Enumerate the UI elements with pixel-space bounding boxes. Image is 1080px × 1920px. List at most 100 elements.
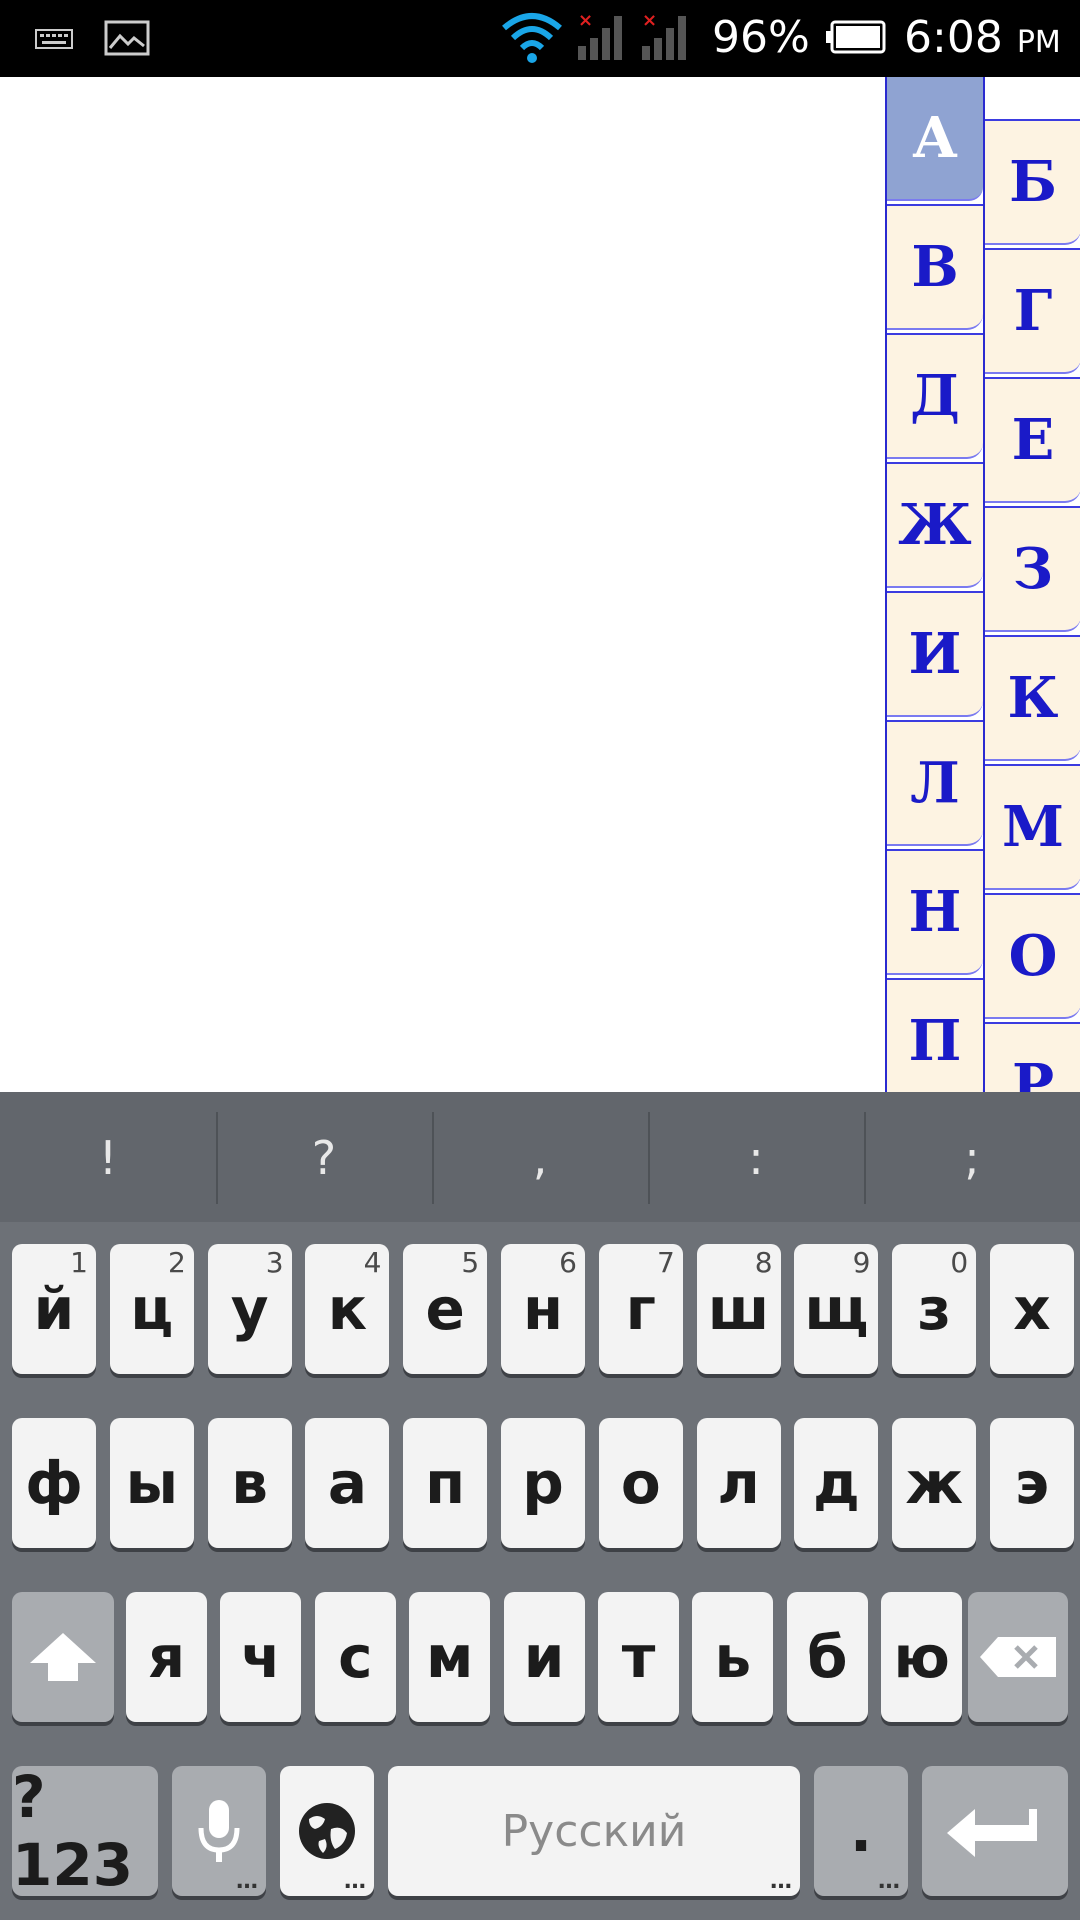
index-letter-tab[interactable]: Г [985, 248, 1080, 374]
index-letter-tab[interactable]: В [887, 204, 983, 330]
more-options-indicator: … [236, 1869, 258, 1894]
index-letter-tab[interactable]: Е [985, 377, 1080, 503]
suggestion-item[interactable]: ! [0, 1112, 216, 1204]
key-label: д [812, 1449, 860, 1517]
key[interactable]: я [126, 1592, 207, 1722]
index-letter-tab[interactable]: Ж [887, 462, 983, 588]
battery-percent: 96% [712, 12, 810, 63]
key[interactable]: о [598, 1418, 683, 1548]
index-letter-tab[interactable]: О [985, 893, 1080, 1019]
keyboard: !?,:; й1ц2у3к4е5н6г7ш8щ9з0хфывапролджэяч… [0, 1092, 1080, 1920]
key[interactable]: в [207, 1418, 292, 1548]
key-hint: 5 [461, 1246, 480, 1279]
index-letter-tab[interactable]: Н [887, 849, 983, 975]
key[interactable]: ж [892, 1418, 977, 1548]
key[interactable]: н6 [501, 1244, 585, 1374]
key[interactable]: с [314, 1592, 396, 1722]
language-key[interactable]: … [280, 1766, 374, 1896]
key[interactable]: ц2 [109, 1244, 194, 1374]
index-letter-tab[interactable]: З [985, 506, 1080, 632]
key-label: ю [893, 1623, 950, 1691]
microphone-key[interactable]: … [172, 1766, 266, 1896]
key-label: ж [905, 1449, 964, 1517]
enter-key[interactable] [922, 1766, 1068, 1896]
period-key[interactable]: .… [814, 1766, 908, 1896]
key[interactable]: р [501, 1418, 585, 1548]
key[interactable]: щ9 [794, 1244, 879, 1374]
key[interactable]: л [696, 1418, 781, 1548]
suggestion-item[interactable]: , [432, 1112, 648, 1204]
key[interactable]: з0 [892, 1244, 977, 1374]
symbols-key[interactable]: ?123 [12, 1763, 158, 1899]
key-hint: 6 [559, 1246, 577, 1279]
key[interactable]: т [598, 1592, 679, 1722]
svg-text:×: × [578, 10, 593, 31]
key[interactable]: а [305, 1418, 390, 1548]
suggestion-item[interactable]: : [648, 1112, 864, 1204]
alphabet-index-left: АВДЖИЛНП [885, 77, 985, 1092]
enter-icon [947, 1809, 1037, 1857]
key-hint: 8 [754, 1246, 773, 1279]
index-letter-tab[interactable]: К [985, 635, 1080, 761]
key[interactable]: к4 [305, 1244, 390, 1374]
key-label: п [425, 1449, 466, 1517]
signal-no-service-icon: × [578, 10, 622, 60]
key-label: щ [804, 1275, 869, 1343]
key-label: ь [714, 1623, 752, 1691]
key[interactable]: г7 [598, 1244, 683, 1374]
key[interactable]: м [409, 1592, 491, 1722]
key-label: м [425, 1623, 474, 1691]
key-label: е [425, 1275, 465, 1343]
backspace-key[interactable] [968, 1592, 1068, 1722]
index-letter-tab[interactable]: Б [985, 119, 1080, 245]
key-label: с [338, 1623, 373, 1691]
key[interactable]: ю [881, 1592, 963, 1722]
key[interactable]: х [990, 1244, 1074, 1374]
key[interactable]: у3 [207, 1244, 292, 1374]
index-letter-tab[interactable]: Д [887, 333, 983, 459]
key[interactable]: ш8 [696, 1244, 781, 1374]
more-options-indicator: … [878, 1869, 900, 1894]
key-label: г [625, 1275, 656, 1343]
index-letter-tab[interactable]: Л [887, 720, 983, 846]
key[interactable]: е5 [403, 1244, 488, 1374]
space-bar[interactable]: Русский … [388, 1766, 800, 1896]
key[interactable]: ь [692, 1592, 774, 1722]
index-letter-tab[interactable]: М [985, 764, 1080, 890]
alphabet-index-right: БГЕЗКМОР [983, 77, 1080, 1092]
key[interactable]: б [786, 1592, 868, 1722]
key-label: и [523, 1623, 565, 1691]
key[interactable]: и [503, 1592, 585, 1722]
key-label: к [327, 1275, 368, 1343]
index-letter-tab[interactable]: Р [985, 1022, 1080, 1092]
index-letter-tab[interactable]: И [887, 591, 983, 717]
key-hint: 7 [656, 1246, 675, 1279]
key[interactable]: э [990, 1418, 1074, 1548]
key[interactable]: ч [220, 1592, 302, 1722]
suggestion-item[interactable]: ? [216, 1112, 432, 1204]
key-label: у [230, 1275, 269, 1343]
key-label: . [849, 1797, 873, 1865]
key-label: э [1014, 1449, 1050, 1517]
key[interactable]: ы [109, 1418, 194, 1548]
key-label: Русский [501, 1805, 687, 1857]
suggestion-item[interactable]: ; [864, 1112, 1080, 1204]
battery-icon [826, 20, 886, 54]
key-label: т [621, 1623, 656, 1691]
key[interactable]: й1 [12, 1244, 96, 1374]
key[interactable]: ф [12, 1418, 96, 1548]
key[interactable]: д [794, 1418, 879, 1548]
key-hint: 2 [167, 1246, 186, 1279]
more-options-indicator: … [344, 1869, 366, 1894]
key[interactable]: п [403, 1418, 488, 1548]
key-hint: 3 [265, 1246, 284, 1279]
signal-no-service-icon: × [642, 10, 686, 60]
index-letter-tab[interactable]: А [887, 77, 983, 201]
key-label: х [1013, 1275, 1051, 1343]
key-label: н [522, 1275, 564, 1343]
key-hint: 1 [70, 1246, 88, 1279]
index-letter-tab[interactable]: П [887, 978, 983, 1092]
shift-key[interactable] [12, 1592, 114, 1722]
shift-icon [30, 1633, 96, 1681]
more-options-indicator: … [770, 1869, 792, 1894]
